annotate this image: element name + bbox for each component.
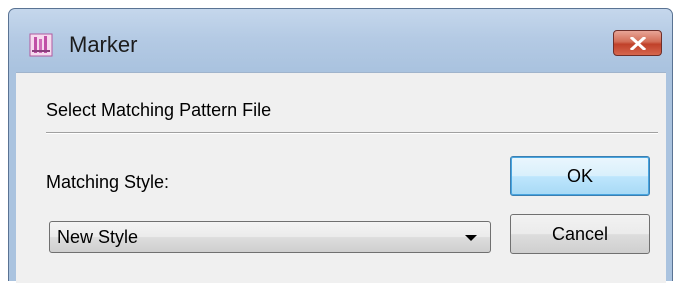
cancel-button[interactable]: Cancel xyxy=(510,214,650,254)
ok-button[interactable]: OK xyxy=(510,156,650,196)
marker-app-icon xyxy=(28,32,54,58)
window-title: Marker xyxy=(69,32,138,57)
header-separator xyxy=(46,132,658,134)
matching-style-label: Matching Style: xyxy=(46,172,170,192)
dialog-header: Select Matching Pattern File xyxy=(46,100,272,120)
matching-style-value: New Style xyxy=(57,227,139,247)
close-icon xyxy=(630,37,646,50)
chevron-down-icon xyxy=(465,235,477,241)
matching-style-dropdown[interactable]: New Style xyxy=(49,221,491,253)
title-bar[interactable]: Marker xyxy=(9,9,672,65)
dialog-body: Select Matching Pattern File Matching St… xyxy=(16,72,666,283)
close-button[interactable] xyxy=(613,30,662,56)
dialog-window: Marker Select Matching Pattern File Matc… xyxy=(8,8,673,283)
